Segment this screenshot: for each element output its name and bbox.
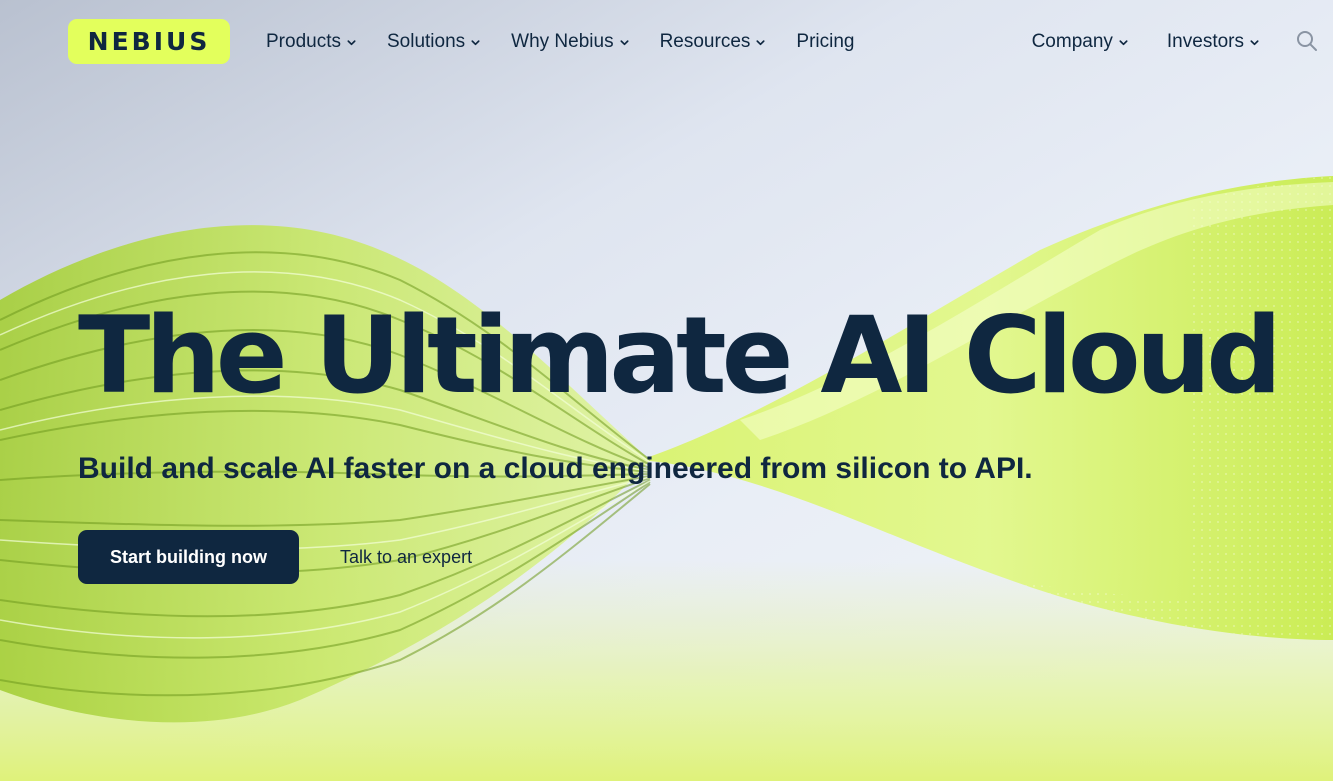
nav-item-label: Investors xyxy=(1166,31,1244,52)
chevron-down-icon xyxy=(756,39,765,45)
nav-item-company[interactable]: Company xyxy=(1032,31,1129,53)
chevron-down-icon xyxy=(471,39,480,45)
chevron-down-icon xyxy=(347,39,356,45)
hero-subtitle: Build and scale AI faster on a cloud eng… xyxy=(78,452,1033,485)
nav-item-label: Resources xyxy=(659,31,751,52)
chevron-down-icon xyxy=(620,39,629,45)
nav-item-label: Why Nebius xyxy=(511,31,614,52)
nav-item-why-nebius[interactable]: Why Nebius xyxy=(511,31,629,53)
nav-item-label: Company xyxy=(1031,31,1113,52)
nav-item-label: Pricing xyxy=(796,31,855,52)
secondary-nav: Company Investors xyxy=(1032,26,1260,58)
chevron-down-icon xyxy=(1250,39,1259,45)
nav-item-pricing[interactable]: Pricing xyxy=(796,31,854,53)
search-icon[interactable] xyxy=(1295,29,1319,53)
start-building-button[interactable]: Start building now xyxy=(78,530,299,584)
nav-item-label: Products xyxy=(266,31,341,52)
hero-title: The Ultimate AI Cloud xyxy=(78,294,1282,417)
chevron-down-icon xyxy=(1119,39,1128,45)
nav-item-investors[interactable]: Investors xyxy=(1167,31,1260,53)
nav-item-products[interactable]: Products xyxy=(266,31,357,53)
nav-item-solutions[interactable]: Solutions xyxy=(387,31,481,53)
nebius-logo[interactable]: NEBIUS xyxy=(68,19,230,64)
nav-item-resources[interactable]: Resources xyxy=(660,31,767,53)
logo-text: NEBIUS xyxy=(87,27,211,56)
primary-nav: Products Solutions Why Nebius Resources … xyxy=(266,26,854,58)
top-navigation: NEBIUS Products Solutions Why Nebius Res… xyxy=(0,0,1333,84)
talk-to-expert-link[interactable]: Talk to an expert xyxy=(340,544,472,570)
nav-item-label: Solutions xyxy=(386,31,466,52)
